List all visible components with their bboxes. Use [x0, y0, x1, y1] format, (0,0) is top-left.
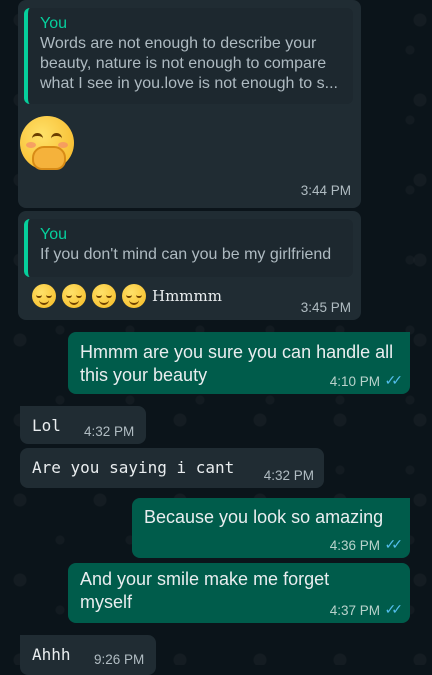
- message-bubble-5[interactable]: Are you saying i cant 4:32 PM: [20, 448, 324, 488]
- message-bubble-1[interactable]: You Words are not enough to describe you…: [18, 0, 361, 208]
- quoted-author: You: [40, 15, 67, 32]
- shy-smile-emoji: [20, 116, 74, 170]
- quoted-message[interactable]: You Words are not enough to describe you…: [24, 8, 353, 104]
- message-text: Ahhh: [32, 645, 71, 664]
- quoted-text: Words are not enough to describe your be…: [40, 35, 338, 92]
- message-time: 4:32 PM: [263, 468, 314, 483]
- read-receipt-icon: ✓✓: [384, 372, 404, 388]
- message-bubble-7[interactable]: And your smile make me forget myself 4:3…: [68, 563, 410, 623]
- smile-emoji: [32, 284, 56, 308]
- smile-emoji: [62, 284, 86, 308]
- message-bubble-2[interactable]: You If you don't mind can you be my girl…: [18, 211, 361, 320]
- quoted-text: If you don't mind can you be my girlfrie…: [40, 246, 332, 263]
- message-time: 4:36 PM: [329, 538, 380, 553]
- message-time: 4:37 PM: [329, 603, 380, 618]
- message-text: Hmmmm: [152, 287, 222, 305]
- message-text: Lol: [32, 416, 61, 435]
- quoted-message[interactable]: You If you don't mind can you be my girl…: [24, 219, 353, 277]
- message-bubble-4[interactable]: Lol 4:32 PM: [20, 406, 146, 444]
- smile-emoji: [92, 284, 116, 308]
- read-receipt-icon: ✓✓: [384, 601, 404, 617]
- message-text: Are you saying i cant: [32, 458, 235, 477]
- message-time: 4:10 PM: [329, 374, 380, 389]
- message-bubble-6[interactable]: Because you look so amazing 4:36 PM ✓✓: [132, 498, 410, 558]
- message-text: Because you look so amazing: [144, 507, 384, 527]
- message-bubble-3[interactable]: Hmmm are you sure you can handle all thi…: [68, 332, 410, 394]
- message-time: 4:32 PM: [84, 424, 135, 439]
- smile-emoji: [122, 284, 146, 308]
- quoted-author: You: [40, 226, 67, 243]
- message-bubble-8[interactable]: Ahhh 9:26 PM: [20, 635, 156, 675]
- message-time: 3:44 PM: [300, 183, 351, 198]
- read-receipt-icon: ✓✓: [384, 536, 404, 552]
- message-time: 3:45 PM: [300, 300, 351, 315]
